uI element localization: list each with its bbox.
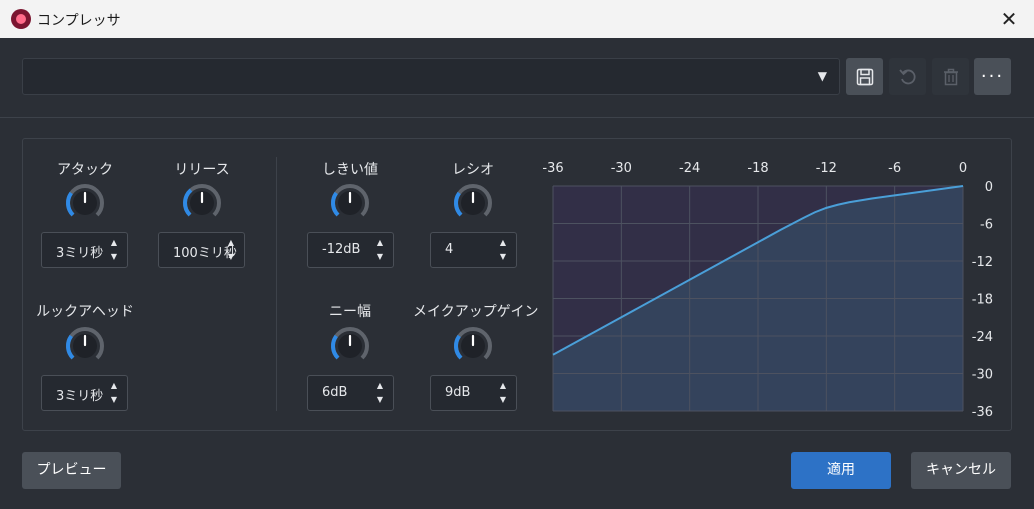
release-stepper[interactable]: 100ミリ秒 ▲ ▼ [158,232,245,268]
threshold-label: しきい値 [322,162,378,178]
save-preset-button[interactable] [846,58,883,95]
x-tick-label: -36 [542,161,563,176]
y-tick-label: -18 [972,293,993,308]
y-tick-label: -12 [972,255,993,270]
y-tick-label: -30 [972,368,993,383]
lookahead-value: 3ミリ秒 [56,389,104,404]
makeup-gain-label: メイクアップゲイン [413,304,539,320]
separator [0,117,1034,118]
save-icon [856,68,873,85]
more-options-button[interactable]: ··· [974,58,1011,95]
close-button[interactable]: ✕ [994,4,1024,34]
knee-label: ニー幅 [329,304,371,320]
decrement-arrow-icon[interactable]: ▼ [498,252,508,262]
decrement-arrow-icon[interactable]: ▼ [109,395,119,405]
threshold-stepper[interactable]: -12dB ▲ ▼ [307,232,394,268]
increment-arrow-icon[interactable]: ▲ [498,238,508,248]
increment-arrow-icon[interactable]: ▲ [375,238,385,248]
y-tick-label: -6 [980,218,993,233]
lookahead-knob[interactable] [65,326,105,366]
attack-stepper[interactable]: 3ミリ秒 ▲ ▼ [41,232,128,268]
decrement-arrow-icon[interactable]: ▼ [226,252,236,262]
panel-divider [276,157,277,411]
lookahead-label: ルックアヘッド [36,304,134,320]
threshold-value: -12dB [322,242,361,257]
increment-arrow-icon[interactable]: ▲ [109,381,119,391]
threshold-knob[interactable] [330,183,370,223]
preview-button[interactable]: プレビュー [22,452,121,489]
attack-value: 3ミリ秒 [56,246,104,261]
cancel-button[interactable]: キャンセル [911,452,1011,489]
ratio-label: レシオ [452,162,494,178]
knee-knob[interactable] [330,326,370,366]
x-tick-label: 0 [959,161,967,176]
x-tick-label: -12 [816,161,837,176]
chevron-down-icon: ▼ [817,69,827,83]
window-title: コンプレッサ [37,13,121,29]
ratio-value: 4 [445,242,454,257]
x-tick-label: -30 [611,161,632,176]
apply-button[interactable]: 適用 [791,452,891,489]
makeup-gain-knob[interactable] [453,326,493,366]
delete-preset-button[interactable] [932,58,969,95]
compression-curve-chart: -36 -30 -24 -18 -12 -6 0 0 -6 -12 -18 -24 -30 -36 [542,161,993,420]
ratio-stepper[interactable]: 4 ▲ ▼ [430,232,517,268]
attack-knob[interactable] [65,183,105,223]
release-label: リリース [174,162,230,178]
title-bar: コンプレッサ ✕ [0,0,1034,38]
knee-stepper[interactable]: 6dB ▲ ▼ [307,375,394,411]
attack-label: アタック [57,162,113,178]
ratio-knob[interactable] [453,183,493,223]
makeup-gain-stepper[interactable]: 9dB ▲ ▼ [430,375,517,411]
decrement-arrow-icon[interactable]: ▼ [498,395,508,405]
knee-value: 6dB [322,385,348,400]
increment-arrow-icon[interactable]: ▲ [498,381,508,391]
makeup-gain-value: 9dB [445,385,471,400]
app-logo-icon [11,9,31,29]
y-tick-label: -36 [972,405,993,420]
y-tick-label: 0 [985,180,993,195]
increment-arrow-icon[interactable]: ▲ [375,381,385,391]
trash-icon [943,68,958,85]
x-tick-label: -18 [747,161,768,176]
x-tick-label: -24 [679,161,700,176]
lookahead-stepper[interactable]: 3ミリ秒 ▲ ▼ [41,375,128,411]
increment-arrow-icon[interactable]: ▲ [109,238,119,248]
y-tick-label: -24 [972,330,993,345]
preset-select[interactable]: ▼ [22,58,840,95]
undo-icon [898,68,916,84]
release-knob[interactable] [182,183,222,223]
decrement-arrow-icon[interactable]: ▼ [375,252,385,262]
decrement-arrow-icon[interactable]: ▼ [109,252,119,262]
decrement-arrow-icon[interactable]: ▼ [375,395,385,405]
x-tick-label: -6 [888,161,901,176]
revert-preset-button[interactable] [889,58,926,95]
increment-arrow-icon[interactable]: ▲ [226,238,236,248]
